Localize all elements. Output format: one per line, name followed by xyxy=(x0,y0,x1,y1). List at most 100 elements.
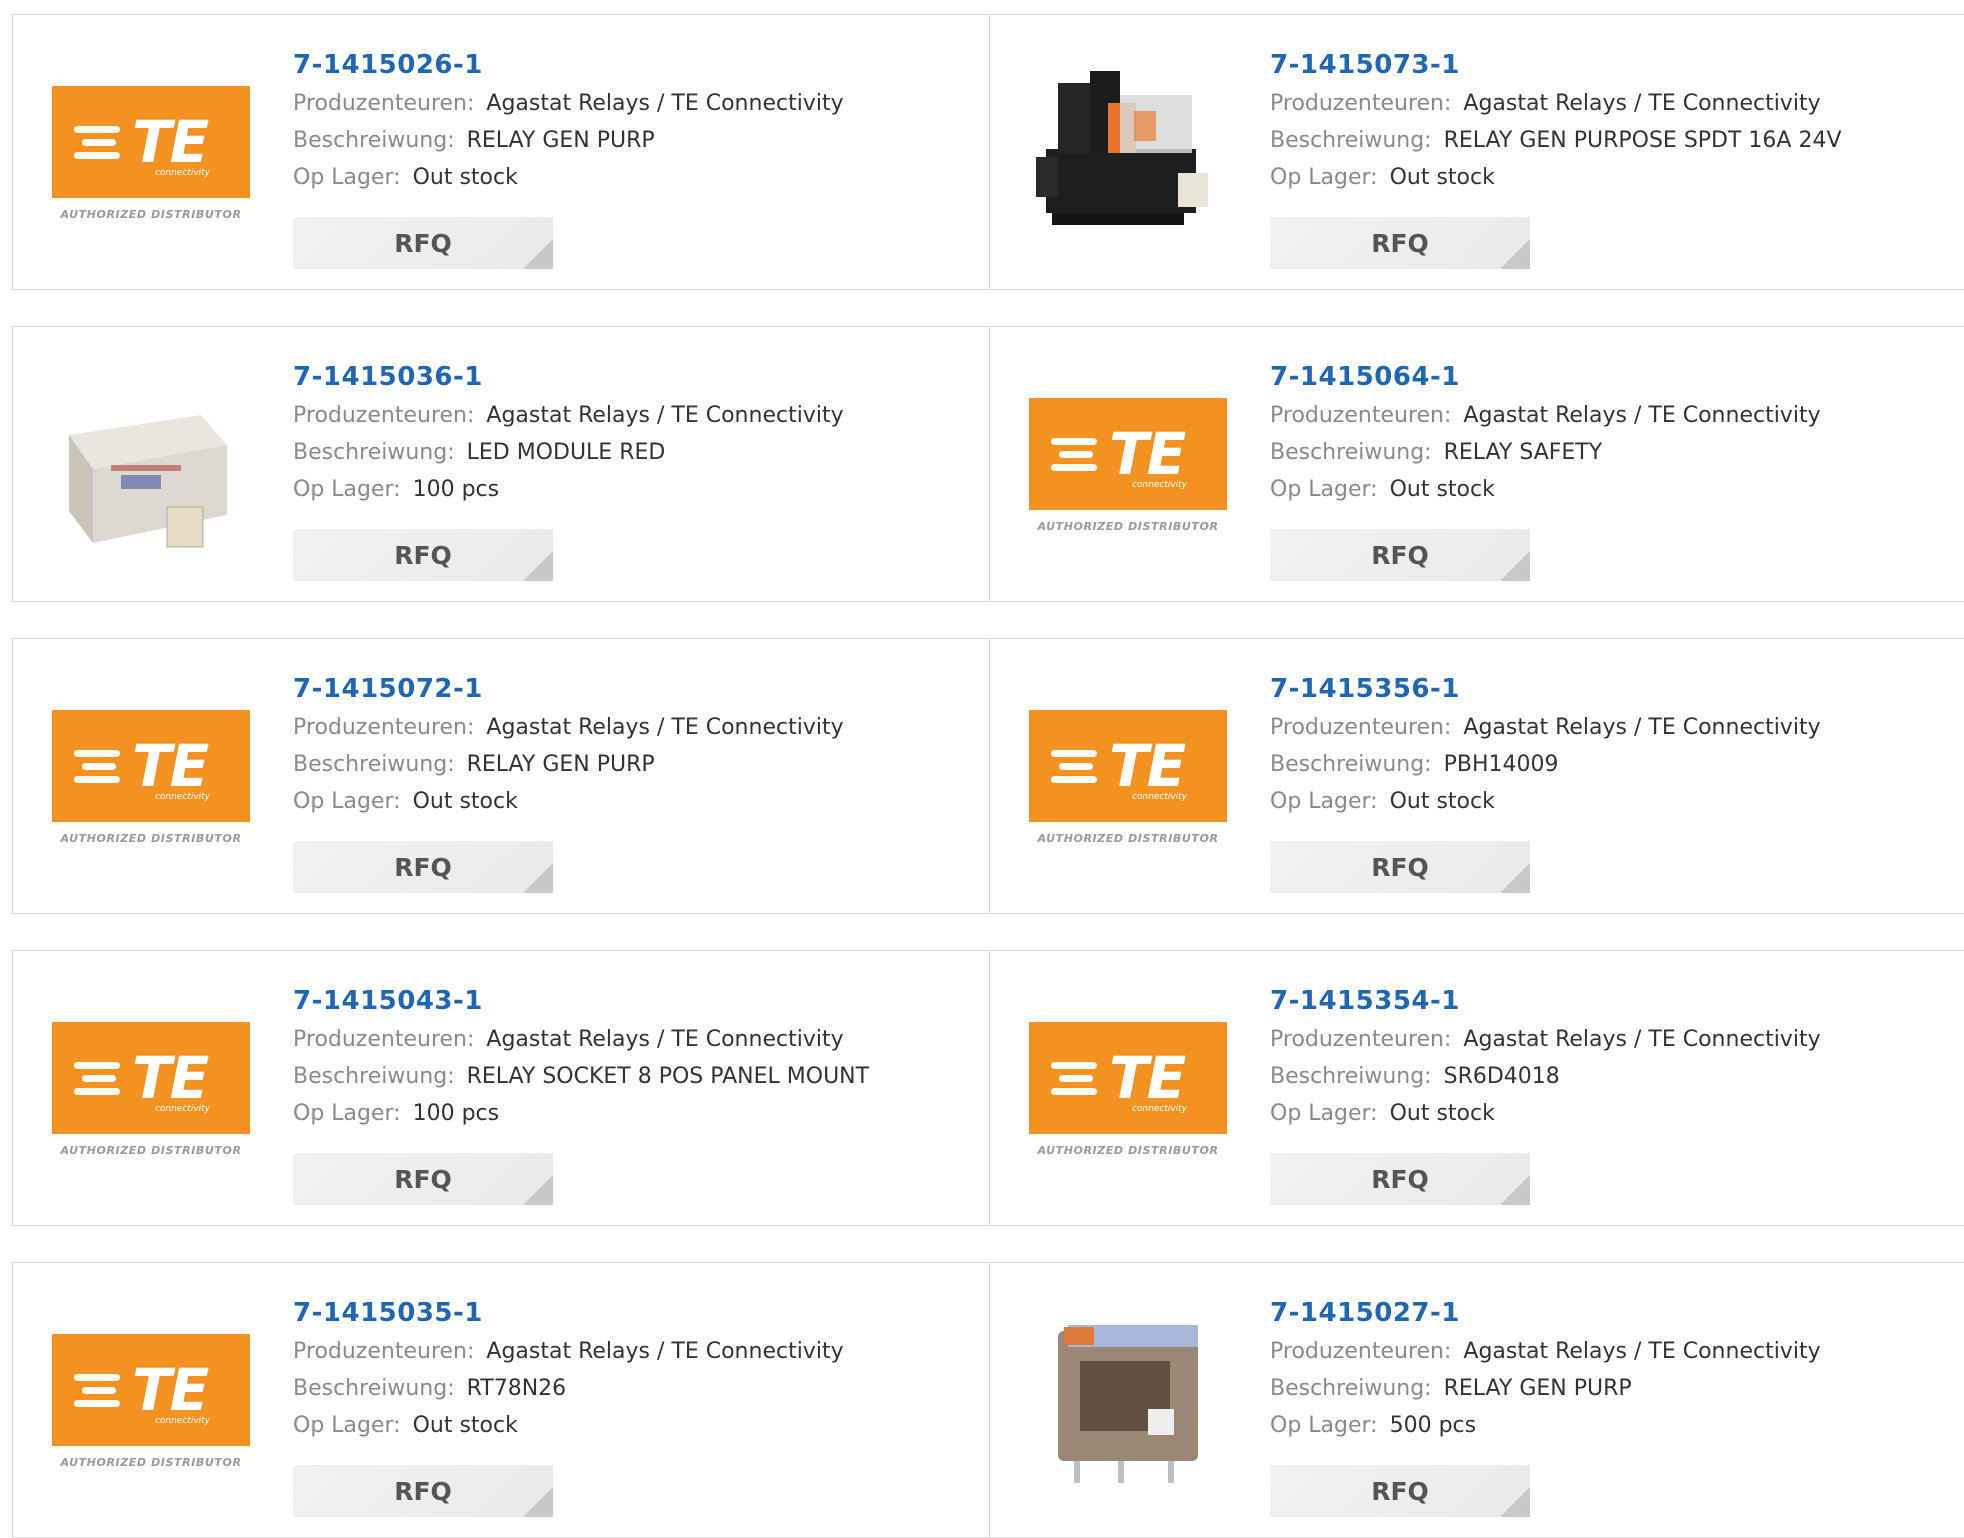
part-number-link[interactable]: 7-1415072-1 xyxy=(293,669,844,709)
description-row: Beschreiwung: SR6D4018 xyxy=(1270,1058,1821,1095)
te-logo-brand: TE xyxy=(1109,731,1186,800)
manufacturer-label: Produzenteuren: xyxy=(293,715,475,740)
description-value: RELAY SOCKET 8 POS PANEL MOUNT xyxy=(466,1064,870,1089)
rfq-corner-decoration xyxy=(1500,1487,1530,1517)
te-connectivity-logo: TE connectivity AUTHORIZED DISTRIBUTOR xyxy=(52,1021,250,1157)
rfq-button[interactable]: RFQ xyxy=(293,1465,553,1517)
rfq-button-label: RFQ xyxy=(1371,852,1429,882)
authorized-distributor-text: AUTHORIZED DISTRIBUTOR xyxy=(1037,831,1219,845)
product-image[interactable] xyxy=(51,365,251,565)
stock-row: Op Lager: Out stock xyxy=(293,1407,844,1444)
manufacturer-label: Produzenteuren: xyxy=(1270,715,1452,740)
manufacturer-row: Produzenteuren: Agastat Relays / TE Conne… xyxy=(293,1333,844,1370)
rfq-button-label: RFQ xyxy=(1371,1476,1429,1506)
rfq-button[interactable]: RFQ xyxy=(1270,529,1530,581)
description-value: LED MODULE RED xyxy=(466,440,666,465)
product-info: 7-1415073-1 Produzenteuren: Agastat Relays… xyxy=(1270,45,1842,196)
description-label: Beschreiwung: xyxy=(293,1064,455,1089)
description-row: Beschreiwung: RELAY SOCKET 8 POS PANEL MO… xyxy=(293,1058,869,1095)
product-image[interactable] xyxy=(1028,53,1228,253)
product-image[interactable]: TE connectivity AUTHORIZED DISTRIBUTOR xyxy=(1028,365,1228,565)
rfq-button[interactable]: RFQ xyxy=(1270,1153,1530,1205)
manufacturer-value: Agastat Relays / TE Connectivity xyxy=(1463,715,1821,740)
part-number-link[interactable]: 7-1415035-1 xyxy=(293,1293,844,1333)
manufacturer-row: Produzenteuren: Agastat Relays / TE Conne… xyxy=(1270,1333,1821,1370)
te-logo-box: TE connectivity xyxy=(1029,709,1227,822)
stock-label: Op Lager: xyxy=(1270,477,1378,502)
authorized-distributor-text: AUTHORIZED DISTRIBUTOR xyxy=(60,207,242,221)
te-logo-brand: TE xyxy=(1109,419,1186,488)
stock-row: Op Lager: Out stock xyxy=(293,159,844,196)
te-logo-tagline: connectivity xyxy=(1131,791,1187,802)
manufacturer-row: Produzenteuren: Agastat Relays / TE Conne… xyxy=(1270,85,1842,122)
te-logo-tagline: connectivity xyxy=(154,1415,210,1426)
product-image[interactable]: TE connectivity AUTHORIZED DISTRIBUTOR xyxy=(51,1301,251,1501)
part-number-link[interactable]: 7-1415356-1 xyxy=(1270,669,1821,709)
stock-value: 500 pcs xyxy=(1389,1413,1477,1438)
description-row: Beschreiwung: RELAY GEN PURPOSE SPDT 16A … xyxy=(1270,122,1842,159)
part-number-link[interactable]: 7-1415026-1 xyxy=(293,45,844,85)
manufacturer-row: Produzenteuren: Agastat Relays / TE Conne… xyxy=(293,709,844,746)
part-number-link[interactable]: 7-1415036-1 xyxy=(293,357,844,397)
manufacturer-row: Produzenteuren: Agastat Relays / TE Conne… xyxy=(293,397,844,434)
product-card: 7-1415036-1 Produzenteuren: Agastat Relays… xyxy=(12,326,990,602)
rfq-button[interactable]: RFQ xyxy=(293,1153,553,1205)
description-row: Beschreiwung: RELAY GEN PURP xyxy=(293,122,844,159)
description-label: Beschreiwung: xyxy=(293,440,455,465)
part-number-link[interactable]: 7-1415064-1 xyxy=(1270,357,1821,397)
rfq-button-label: RFQ xyxy=(1371,540,1429,570)
te-bars-icon xyxy=(1051,749,1101,783)
te-logo-tagline: connectivity xyxy=(154,167,210,178)
part-number-link[interactable]: 7-1415073-1 xyxy=(1270,45,1842,85)
te-logo-box: TE connectivity xyxy=(52,709,250,822)
description-value: SR6D4018 xyxy=(1443,1064,1560,1089)
rfq-button[interactable]: RFQ xyxy=(1270,1465,1530,1517)
te-logo-brand: TE xyxy=(132,107,209,176)
manufacturer-value: Agastat Relays / TE Connectivity xyxy=(486,715,844,740)
rfq-corner-decoration xyxy=(523,551,553,581)
product-image[interactable]: TE connectivity AUTHORIZED DISTRIBUTOR xyxy=(51,53,251,253)
product-image[interactable]: TE connectivity AUTHORIZED DISTRIBUTOR xyxy=(1028,677,1228,877)
part-number-link[interactable]: 7-1415027-1 xyxy=(1270,1293,1821,1333)
rfq-button[interactable]: RFQ xyxy=(293,529,553,581)
product-info: 7-1415036-1 Produzenteuren: Agastat Relays… xyxy=(293,357,844,508)
product-image[interactable]: TE connectivity AUTHORIZED DISTRIBUTOR xyxy=(51,989,251,1189)
rfq-button[interactable]: RFQ xyxy=(293,217,553,269)
te-logo-brand: TE xyxy=(1109,1043,1186,1112)
description-value: RELAY GEN PURP xyxy=(466,752,655,777)
product-grid: TE connectivity AUTHORIZED DISTRIBUTOR 7… xyxy=(0,0,1964,1538)
rfq-button[interactable]: RFQ xyxy=(293,841,553,893)
te-connectivity-logo: TE connectivity AUTHORIZED DISTRIBUTOR xyxy=(52,709,250,845)
authorized-distributor-text: AUTHORIZED DISTRIBUTOR xyxy=(60,1455,242,1469)
manufacturer-label: Produzenteuren: xyxy=(293,1027,475,1052)
manufacturer-value: Agastat Relays / TE Connectivity xyxy=(486,403,844,428)
authorized-distributor-text: AUTHORIZED DISTRIBUTOR xyxy=(60,831,242,845)
manufacturer-value: Agastat Relays / TE Connectivity xyxy=(1463,403,1821,428)
stock-value: Out stock xyxy=(412,165,518,190)
stock-label: Op Lager: xyxy=(293,477,401,502)
manufacturer-label: Produzenteuren: xyxy=(1270,1339,1452,1364)
description-label: Beschreiwung: xyxy=(1270,752,1432,777)
manufacturer-value: Agastat Relays / TE Connectivity xyxy=(1463,91,1821,116)
product-info: 7-1415072-1 Produzenteuren: Agastat Relays… xyxy=(293,669,844,820)
part-number-link[interactable]: 7-1415354-1 xyxy=(1270,981,1821,1021)
manufacturer-row: Produzenteuren: Agastat Relays / TE Conne… xyxy=(1270,709,1821,746)
te-connectivity-logo: TE connectivity AUTHORIZED DISTRIBUTOR xyxy=(52,1333,250,1469)
te-logo-box: TE connectivity xyxy=(52,1333,250,1446)
te-bars-icon xyxy=(1051,1061,1101,1095)
product-card: 7-1415027-1 Produzenteuren: Agastat Relays… xyxy=(990,1262,1964,1538)
product-info: 7-1415026-1 Produzenteuren: Agastat Relays… xyxy=(293,45,844,196)
manufacturer-value: Agastat Relays / TE Connectivity xyxy=(486,91,844,116)
rfq-button[interactable]: RFQ xyxy=(1270,217,1530,269)
part-number-link[interactable]: 7-1415043-1 xyxy=(293,981,869,1021)
rfq-button-label: RFQ xyxy=(394,852,452,882)
manufacturer-label: Produzenteuren: xyxy=(1270,91,1452,116)
product-image[interactable]: TE connectivity AUTHORIZED DISTRIBUTOR xyxy=(51,677,251,877)
product-card: TE connectivity AUTHORIZED DISTRIBUTOR 7… xyxy=(12,638,990,914)
product-image[interactable] xyxy=(1028,1301,1228,1501)
rfq-button[interactable]: RFQ xyxy=(1270,841,1530,893)
product-image[interactable]: TE connectivity AUTHORIZED DISTRIBUTOR xyxy=(1028,989,1228,1189)
description-row: Beschreiwung: PBH14009 xyxy=(1270,746,1821,783)
rfq-button-label: RFQ xyxy=(394,228,452,258)
stock-row: Op Lager: 100 pcs xyxy=(293,1095,869,1132)
